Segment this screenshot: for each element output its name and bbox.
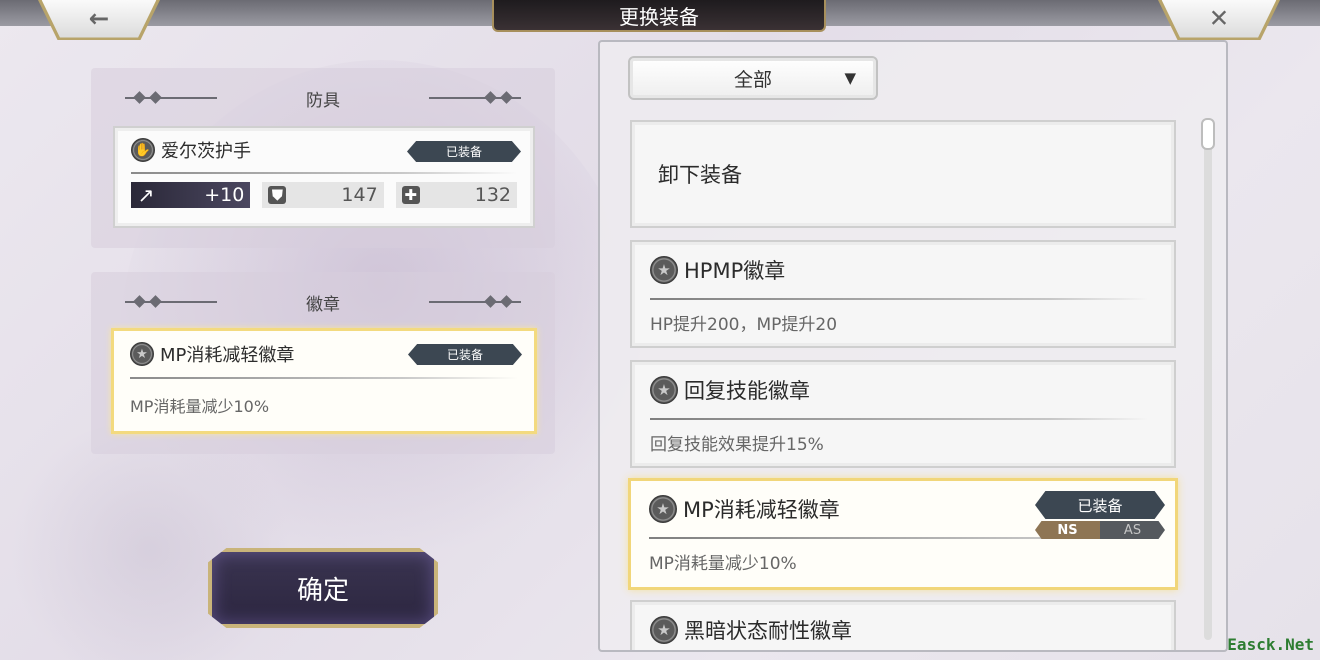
stat-attack-value: +10 (204, 184, 245, 206)
item-name: 黑暗状态耐性徽章 (684, 619, 852, 643)
attack-arrow-icon: ↗ (137, 183, 155, 207)
mode-tags: NS AS (1035, 521, 1165, 539)
list-item-hpmp[interactable]: ★ HPMP徽章 HP提升200，MP提升20 (630, 240, 1176, 348)
unequip-label: 卸下装备 (658, 163, 742, 187)
stat-attack: ↗ +10 (131, 182, 251, 208)
armor-section: 防具 ✋ 爱尔茨护手 已装备 ↗ +10 ⛊ 147 ✚ 132 (91, 68, 555, 248)
item-desc: HP提升200，MP提升20 (650, 315, 838, 335)
filter-dropdown[interactable]: 全部 ▼ (628, 56, 878, 100)
equipped-badge: 已装备 (407, 141, 521, 162)
emblem-card[interactable]: ★ MP消耗减轻徽章 已装备 MP消耗量减少10% (111, 328, 537, 434)
list-item-mp-reduce[interactable]: ★ MP消耗减轻徽章 已装备 NS AS MP消耗量减少10% (628, 478, 1178, 590)
equipped-badge: 已装备 (1035, 491, 1165, 519)
item-desc: 回复技能效果提升15% (650, 435, 824, 455)
item-name: 回复技能徽章 (684, 379, 810, 403)
emblem-star-icon: ★ (650, 376, 678, 404)
ornament-left (125, 97, 217, 99)
equipment-list-panel: 全部 ▼ 卸下装备 ★ HPMP徽章 HP提升200，MP提升20 ★ 回复技能… (598, 40, 1228, 652)
ornament-right (429, 301, 521, 303)
back-button[interactable]: ← (41, 0, 157, 38)
armor-section-heading: 防具 (306, 90, 340, 111)
back-arrow-icon: ← (88, 4, 110, 33)
item-desc: MP消耗量减少10% (649, 554, 797, 574)
shield-cross-icon: ✚ (401, 186, 420, 204)
equipped-badge: 已装备 (408, 344, 522, 365)
emblem-star-icon: ★ (130, 342, 154, 366)
list-item-dark-resist[interactable]: ★ 黑暗状态耐性徽章 (630, 600, 1176, 650)
watermark: Easck.Net (1227, 635, 1314, 654)
item-name: HPMP徽章 (684, 259, 786, 283)
armor-card[interactable]: ✋ 爱尔茨护手 已装备 ↗ +10 ⛊ 147 ✚ 132 (113, 126, 535, 228)
armor-name: 爱尔茨护手 (161, 141, 251, 162)
unequip-item[interactable]: 卸下装备 (630, 120, 1176, 228)
mode-as-tag: AS (1100, 521, 1165, 539)
dropdown-arrow-icon: ▼ (844, 69, 856, 87)
emblem-section: 徽章 ★ MP消耗减轻徽章 已装备 MP消耗量减少10% (91, 272, 555, 454)
stat-defense-value: 147 (341, 184, 378, 206)
ornament-left (125, 301, 217, 303)
stat-magic-defense-value: 132 (474, 184, 511, 206)
stat-defense: ⛊ 147 (262, 182, 384, 208)
mode-ns-tag: NS (1035, 521, 1100, 539)
gauntlet-icon: ✋ (131, 138, 155, 162)
filter-selected: 全部 (733, 68, 772, 91)
shield-icon: ⛊ (268, 186, 287, 204)
emblem-star-icon: ★ (650, 616, 678, 644)
emblem-section-heading: 徽章 (306, 294, 340, 315)
emblem-name: MP消耗减轻徽章 (160, 345, 295, 366)
emblem-desc: MP消耗量减少10% (130, 397, 270, 416)
confirm-button[interactable]: 确定 (208, 548, 438, 628)
emblem-star-icon: ★ (649, 495, 677, 523)
ornament-right (429, 97, 521, 99)
close-icon: ✕ (1208, 4, 1230, 33)
list-item-heal[interactable]: ★ 回复技能徽章 回复技能效果提升15% (630, 360, 1176, 468)
emblem-star-icon: ★ (650, 256, 678, 284)
stat-magic-defense: ✚ 132 (395, 182, 517, 208)
close-button[interactable]: ✕ (1161, 0, 1277, 38)
scrollbar-track[interactable] (1204, 118, 1212, 640)
armor-stats: ↗ +10 ⛊ 147 ✚ 132 (115, 174, 533, 208)
scrollbar-thumb[interactable] (1201, 118, 1215, 150)
item-name: MP消耗减轻徽章 (683, 498, 840, 522)
page-title: 更换装备 (492, 0, 826, 32)
